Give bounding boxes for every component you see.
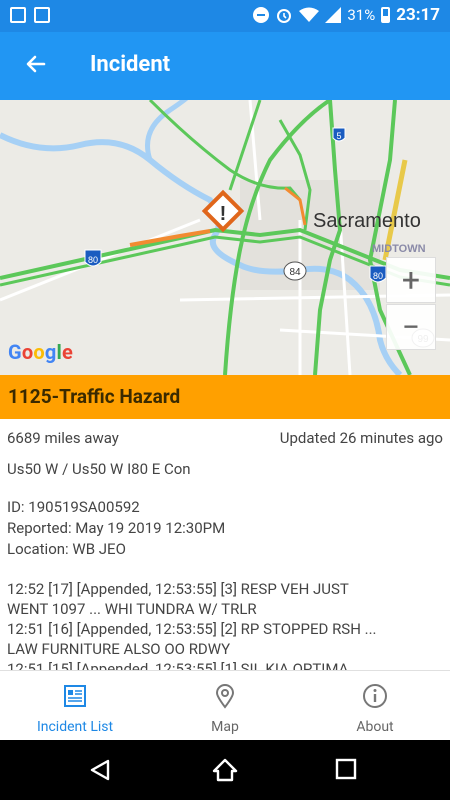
google-logo: Google	[8, 340, 73, 364]
wifi-icon	[299, 7, 320, 22]
signal-icon	[325, 7, 342, 23]
log-line: WENT 1097 ... WHI TUNDRA W/ TRLR	[7, 600, 257, 618]
page-title: Incident	[90, 52, 171, 77]
app-bar: Incident	[0, 32, 450, 100]
log-line: 12:51 [16] [Appended, 12:53:55] [2] RP S…	[7, 620, 377, 638]
nav-about[interactable]: About	[300, 679, 450, 735]
battery-percent: 31%	[347, 6, 376, 24]
nav-incident-list[interactable]: Incident List	[0, 679, 150, 735]
route-84-shield: 84	[283, 261, 307, 281]
bottom-navigation: Incident List Map About	[0, 670, 450, 741]
system-home-icon[interactable]	[212, 758, 238, 782]
notification-app-icon	[10, 7, 26, 23]
incident-title: 1125-Traffic Hazard	[8, 385, 181, 408]
back-arrow-icon[interactable]	[22, 50, 50, 78]
svg-text:84: 84	[289, 267, 301, 278]
clock: 23:17	[396, 5, 440, 25]
incident-location: Location: WB JEO	[7, 540, 126, 558]
incident-route: Us50 W / Us50 W I80 E Con	[7, 460, 191, 478]
incident-meta: ID: 190519SA00592 Reported: May 19 2019 …	[7, 497, 443, 560]
nav-about-label: About	[356, 719, 394, 735]
list-icon	[64, 685, 86, 707]
nav-map[interactable]: Map	[150, 679, 300, 735]
info-icon	[363, 684, 387, 708]
incident-id: ID: 190519SA00592	[7, 498, 140, 516]
incident-title-banner: 1125-Traffic Hazard	[0, 375, 450, 419]
incident-log: 12:52 [17] [Appended, 12:53:55] [3] RESP…	[7, 579, 443, 670]
system-recents-icon[interactable]	[335, 758, 357, 780]
nav-incident-list-label: Incident List	[36, 719, 114, 735]
map-city-label: Sacramento	[313, 210, 421, 232]
log-line: LAW FURNITURE ALSO OO RDWY	[7, 640, 231, 658]
nav-map-label: Map	[211, 719, 239, 735]
log-line: 12:52 [17] [Appended, 12:53:55] [3] RESP…	[7, 580, 349, 598]
zoom-out-button[interactable]: −	[386, 304, 436, 350]
map-district-label: MIDTOWN	[372, 243, 426, 255]
do-not-disturb-icon	[253, 7, 270, 23]
incident-updated: Updated 26 minutes ago	[279, 429, 443, 447]
svg-text:5: 5	[336, 131, 341, 141]
status-bar: 31% 23:17	[0, 0, 450, 32]
incident-map[interactable]: ! 5 80 80 84 99 Sacramento MIDTOWN + − G…	[0, 100, 450, 375]
incident-details[interactable]: 6689 miles away Updated 26 minutes ago U…	[0, 419, 450, 670]
svg-text:80: 80	[373, 271, 383, 281]
zoom-in-button[interactable]: +	[386, 257, 436, 303]
system-navigation-bar	[0, 740, 450, 800]
map-pin-icon	[215, 684, 235, 709]
incident-reported: Reported: May 19 2019 12:30PM	[7, 519, 226, 537]
image-notification-icon	[34, 7, 50, 23]
interstate-80-shield-east: 80	[369, 265, 387, 283]
log-line: 12:51 [15] [Appended, 12:53:55] [1] SIL …	[7, 660, 349, 670]
system-back-icon[interactable]	[88, 758, 112, 782]
interstate-80-shield-west: 80	[84, 249, 102, 267]
battery-icon	[381, 7, 391, 23]
svg-text:!: !	[220, 203, 227, 225]
svg-text:80: 80	[88, 255, 98, 265]
interstate-5-shield: 5	[332, 127, 346, 142]
map-canvas: ! 5 80 80 84 99 Sacramento MIDTOWN	[0, 100, 450, 375]
alarm-icon	[277, 9, 292, 23]
